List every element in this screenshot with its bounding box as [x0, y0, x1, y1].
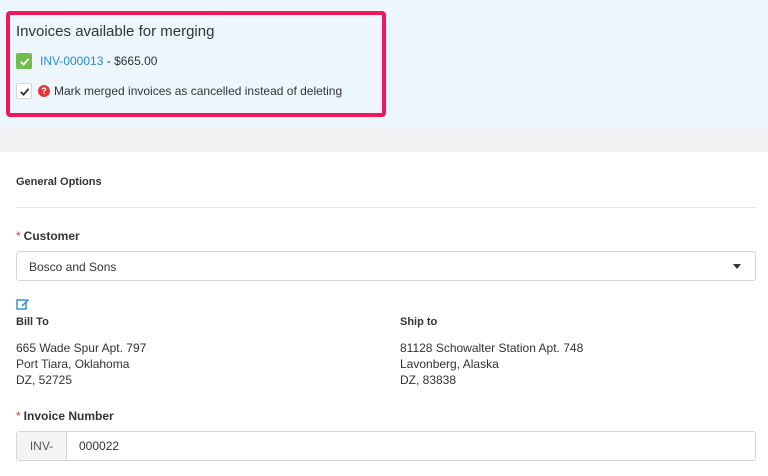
customer-label-text: Customer	[23, 229, 80, 243]
merge-area: Invoices available for merging INV-00001…	[0, 0, 768, 128]
merge-invoice-row: INV-000013 - $665.00	[16, 53, 157, 69]
mark-cancelled-checkbox[interactable]	[16, 83, 32, 99]
merge-title: Invoices available for merging	[16, 23, 215, 40]
invoice-number-input[interactable]	[67, 432, 755, 460]
required-asterisk: *	[16, 229, 21, 243]
invoice-separator: -	[103, 54, 115, 68]
bill-to-title: Bill To	[16, 316, 49, 328]
invoice-amount: $665.00	[114, 54, 158, 68]
ship-to-line: 81128 Schowalter Station Apt. 748	[400, 341, 584, 355]
general-options-panel: General Options * Customer Bosco and Sons…	[0, 152, 768, 476]
divider	[16, 207, 756, 208]
bill-to-line: 665 Wade Spur Apt. 797	[16, 341, 147, 355]
ship-to-line: DZ, 83838	[400, 373, 457, 387]
merge-highlight-box: Invoices available for merging INV-00001…	[6, 11, 386, 117]
customer-select-value: Bosco and Sons	[29, 260, 117, 274]
bill-to-line: Port Tiara, Oklahoma	[16, 357, 130, 371]
mark-cancelled-label: Mark merged invoices as cancelled instea…	[54, 84, 343, 98]
invoice-prefix: INV-	[17, 432, 67, 460]
edit-icon[interactable]	[16, 297, 30, 311]
check-icon	[19, 87, 29, 96]
invoice-checkbox[interactable]	[16, 53, 32, 69]
invoice-number-label-text: Invoice Number	[23, 409, 114, 423]
question-icon[interactable]: ?	[38, 85, 50, 97]
mark-cancelled-row: ? Mark merged invoices as cancelled inst…	[16, 83, 342, 99]
caret-down-icon	[733, 264, 741, 269]
check-icon	[19, 57, 29, 66]
invoice-number-group: INV-	[16, 431, 756, 461]
invoice-link[interactable]: INV-000013	[40, 54, 103, 68]
customer-label: * Customer	[16, 229, 80, 243]
section-title: General Options	[16, 176, 102, 188]
bill-to-line: DZ, 52725	[16, 373, 73, 387]
ship-to-title: Ship to	[400, 316, 438, 328]
invoice-number-label: * Invoice Number	[16, 409, 114, 423]
customer-select[interactable]: Bosco and Sons	[16, 251, 756, 281]
ship-to-line: Lavonberg, Alaska	[400, 357, 499, 371]
required-asterisk: *	[16, 409, 21, 423]
